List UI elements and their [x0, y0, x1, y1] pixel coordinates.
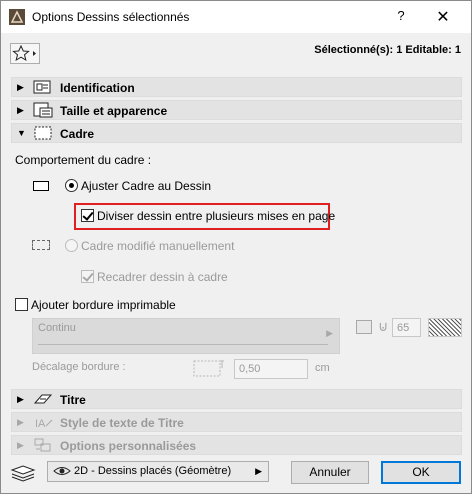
- section-frame[interactable]: ▼ Cadre: [11, 123, 462, 143]
- recrop-label: Recadrer dessin à cadre: [97, 270, 228, 284]
- fit-frame-radio[interactable]: [65, 179, 78, 192]
- border-offset-icon: [193, 360, 224, 377]
- custom-options-icon: [34, 438, 51, 452]
- view-option-dropdown[interactable]: 2D - Dessins placés (Géomètre) ▶: [47, 461, 269, 482]
- svg-text:IA: IA: [35, 418, 46, 430]
- section-custom-options[interactable]: ▶ Options personnalisées: [11, 435, 462, 455]
- line-type-dropdown[interactable]: Continu ▶: [32, 318, 340, 354]
- split-drawing-checkbox[interactable]: [81, 209, 94, 222]
- frame-icon: [34, 126, 52, 140]
- text-style-icon: IA: [35, 418, 53, 430]
- manual-frame-shape-icon: [32, 240, 50, 250]
- section-label: Taille et apparence: [60, 104, 168, 118]
- fit-frame-shape-icon: [33, 181, 49, 191]
- identification-icon: [33, 80, 51, 94]
- section-label: Options personnalisées: [60, 439, 197, 453]
- dropdown-arrow-icon: ▶: [326, 328, 333, 338]
- add-border-checkbox[interactable]: [15, 298, 28, 311]
- window-title: Options Dessins sélectionnés: [32, 10, 190, 24]
- add-border-label: Ajouter bordure imprimable: [31, 298, 176, 312]
- split-drawing-label: Diviser dessin entre plusieurs mises en …: [97, 209, 336, 223]
- pen-icon: [356, 320, 372, 334]
- cancel-button[interactable]: Annuler: [291, 461, 369, 484]
- expand-arrow-icon: ▶: [17, 440, 24, 450]
- manual-frame-label: Cadre modifié manuellement: [81, 239, 235, 253]
- frame-behavior-label: Comportement du cadre :: [15, 153, 152, 167]
- favorites-button[interactable]: [10, 43, 40, 64]
- collapse-arrow-icon: ▼: [17, 128, 26, 138]
- section-label: Style de texte de Titre: [60, 416, 184, 430]
- archicad-app-icon: [9, 9, 25, 25]
- dialog-content: Sélectionné(s): 1 Editable: 1 ▶ Identifi…: [1, 33, 471, 493]
- line-type-value: Continu: [38, 322, 76, 334]
- help-button[interactable]: ?: [391, 8, 411, 26]
- recrop-checkbox[interactable]: [81, 270, 94, 283]
- title-icon: [33, 394, 53, 404]
- offset-unit-label: cm: [315, 362, 330, 374]
- line-preview: [38, 344, 328, 345]
- dialog-window: Options Dessins sélectionnés ? ✕ Sélecti…: [0, 0, 472, 494]
- fit-frame-label: Ajuster Cadre au Dessin: [81, 179, 212, 193]
- pen-number-field[interactable]: 65: [392, 318, 421, 337]
- border-offset-label: Décalage bordure :: [32, 361, 126, 373]
- title-bar: Options Dessins sélectionnés ? ✕: [1, 1, 471, 33]
- close-button[interactable]: ✕: [433, 7, 453, 27]
- expand-arrow-icon: ▶: [17, 417, 24, 427]
- dropdown-arrow-icon: ▶: [255, 466, 262, 476]
- pen-color-swatch[interactable]: [428, 318, 462, 337]
- eye-icon: [53, 467, 71, 475]
- section-size-appearance[interactable]: ▶ Taille et apparence: [11, 100, 462, 120]
- expand-arrow-icon: ▶: [17, 105, 24, 115]
- section-label: Titre: [60, 393, 86, 407]
- expand-arrow-icon: ▶: [17, 82, 24, 92]
- expand-arrow-icon: ▶: [17, 394, 24, 404]
- section-label: Identification: [60, 81, 135, 95]
- selection-count: Sélectionné(s): 1 Editable: 1: [314, 44, 461, 56]
- layers-icon: [10, 465, 36, 482]
- pen-weight-icon: ⊍: [378, 318, 389, 334]
- border-offset-field[interactable]: 0,50: [234, 359, 308, 379]
- section-label: Cadre: [60, 127, 95, 141]
- section-title-text-style[interactable]: ▶ IA Style de texte de Titre: [11, 412, 462, 432]
- ok-button[interactable]: OK: [381, 461, 461, 484]
- manual-frame-radio[interactable]: [65, 239, 78, 252]
- size-appearance-icon: [33, 102, 53, 118]
- star-icon: [12, 44, 36, 62]
- section-title[interactable]: ▶ Titre: [11, 389, 462, 409]
- section-identification[interactable]: ▶ Identification: [11, 77, 462, 97]
- view-option-value: 2D - Dessins placés (Géomètre): [74, 465, 232, 477]
